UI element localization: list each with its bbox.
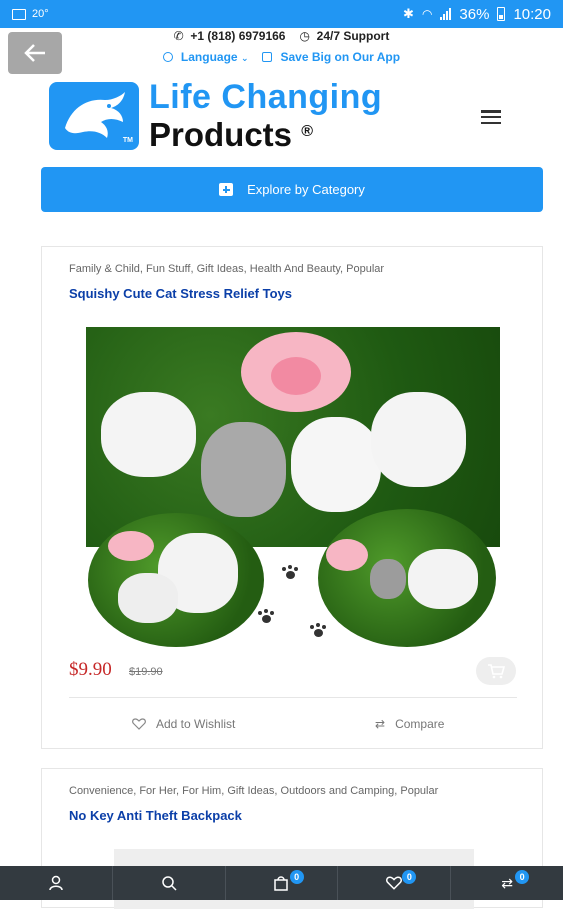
language-selector[interactable]: Language ⌄ [162,50,249,64]
product-categories[interactable]: Convenience, For Her, For Him, Gift Idea… [69,785,438,797]
image-notification-icon [12,8,26,20]
nav-account[interactable] [0,866,113,900]
app-promo-label: Save Big on Our App [280,50,401,64]
search-icon [161,876,177,891]
status-bar: 20° ✱ ◠ 36% 10:20 [0,0,563,28]
product-photo-right [318,509,496,647]
bluetooth-icon: ✱ [403,6,414,21]
chevron-down-icon: ⌄ [240,53,249,63]
product-photo-left [88,513,264,647]
logo-text-line2: Products ® [149,115,382,152]
app-promo-link[interactable]: Save Big on Our App [262,50,400,64]
trademark-mark: TM [122,136,133,144]
compare-icon: ⇄ [501,874,513,891]
product-image[interactable] [86,327,500,651]
explore-by-category-button[interactable]: Explore by Category [41,167,543,212]
cart-icon [488,664,505,679]
menu-icon[interactable] [481,110,501,124]
mobile-icon [262,52,273,62]
bottom-nav: 0 0 ⇄ 0 [0,866,563,900]
status-time: 10:20 [513,5,551,23]
compare-count-badge: 0 [515,870,530,884]
signal-icon [440,8,452,20]
add-to-wishlist-button[interactable]: Add to Wishlist [132,717,235,731]
logo-products-word: Products [149,116,293,153]
shopping-bag-icon [274,876,289,891]
back-button[interactable] [8,32,62,74]
dragon-logo-icon: TM [49,81,139,150]
status-temperature: 20° [32,8,49,20]
nav-search[interactable] [113,866,226,900]
product-old-price: $19.90 [129,666,163,678]
phone-icon: ✆ [173,29,184,43]
paw-print-icon [282,565,298,579]
globe-icon [162,52,173,62]
nav-wishlist[interactable]: 0 [338,866,452,900]
product-title[interactable]: Squishy Cute Cat Stress Relief Toys [69,286,292,301]
phone-link[interactable]: ✆ +1 (818) 6979166 [174,28,286,44]
clock-icon: ◷ [299,29,310,43]
product-categories[interactable]: Family & Child, Fun Stuff, Gift Ideas, H… [69,263,384,275]
product-price: $9.90 [69,659,112,680]
nav-compare[interactable]: ⇄ 0 [451,866,563,900]
product-card: Family & Child, Fun Stuff, Gift Ideas, H… [41,246,543,749]
wishlist-label: Add to Wishlist [156,717,236,731]
card-divider [69,697,517,698]
paw-print-icon [258,609,274,623]
battery-percent: 36% [459,5,490,23]
compare-label: Compare [395,717,445,731]
nav-cart[interactable]: 0 [226,866,339,900]
compare-icon: ⇄ [375,717,386,731]
compare-button[interactable]: ⇄ Compare [375,717,444,731]
cart-count-badge: 0 [289,870,304,884]
language-label: Language [180,50,238,64]
wifi-icon: ◠ [421,7,433,21]
add-to-cart-button[interactable] [476,657,516,685]
explore-label: Explore by Category [247,182,365,197]
site-logo[interactable]: TM Life Changing Products ® [49,79,382,152]
arrow-left-icon [24,44,45,62]
top-info: ✆ +1 (818) 6979166 ◷ 24/7 Support Langua… [0,28,563,64]
paw-print-icon [310,623,326,637]
registered-mark: ® [301,123,313,140]
support-link[interactable]: ◷ 24/7 Support [299,28,389,44]
heart-icon [132,718,146,730]
battery-icon [497,7,506,21]
user-icon [49,875,63,891]
plus-square-icon [219,183,234,196]
support-label: 24/7 Support [316,29,390,43]
heart-icon [386,876,403,890]
wishlist-count-badge: 0 [402,870,417,884]
phone-number: +1 (818) 6979166 [190,29,286,43]
product-title[interactable]: No Key Anti Theft Backpack [69,808,242,823]
logo-text-line1: Life Changing [149,78,383,116]
